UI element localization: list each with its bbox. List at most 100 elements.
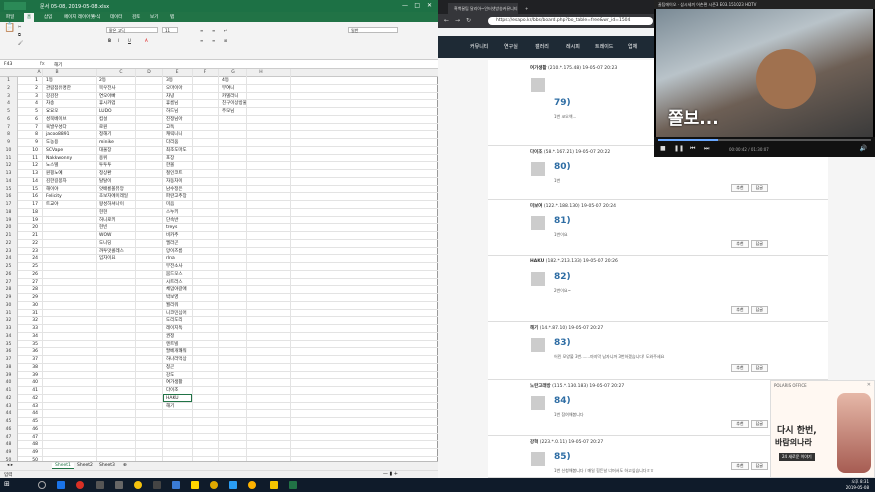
cell-a[interactable]: 48: [18, 441, 40, 448]
cell-b[interactable]: 육발우성다: [44, 124, 96, 131]
cell-a[interactable]: 49: [18, 449, 40, 456]
sheet-nav-icon[interactable]: ◂ ▸: [4, 463, 16, 468]
cell-a[interactable]: 42: [18, 395, 40, 402]
name-box[interactable]: F43: [4, 62, 12, 67]
cell-c[interactable]: 도니딩: [97, 240, 135, 247]
app-icon-10[interactable]: [270, 481, 278, 489]
cell-a[interactable]: 25: [18, 263, 40, 270]
cell-b[interactable]: 트교야: [44, 201, 96, 208]
row-header[interactable]: 20: [0, 224, 18, 232]
search-icon[interactable]: [38, 481, 46, 489]
comment-nick[interactable]: 해기: [530, 326, 538, 331]
align-center-icon[interactable]: ≡: [212, 38, 215, 44]
align-middle-icon[interactable]: ≡: [212, 28, 215, 34]
cell-f[interactable]: 시트러스: [164, 279, 192, 286]
row-header[interactable]: 41: [0, 387, 18, 395]
cell-f[interactable]: 여가생활: [164, 379, 192, 386]
cell-f[interactable]: 엔트빌: [164, 341, 192, 348]
row-header[interactable]: 36: [0, 348, 18, 356]
cell-a[interactable]: 9: [18, 139, 40, 146]
cell-c[interactable]: 용위: [97, 155, 135, 162]
row-header[interactable]: 46: [0, 425, 18, 434]
sheet-grid[interactable]: A B C D E F G H 1 1 1등 2등 3등 4등 2 2 관람점유명한 목우전사 오마…: [0, 69, 438, 461]
cell-a[interactable]: 43: [18, 403, 40, 410]
cell-a[interactable]: 26: [18, 271, 40, 278]
app-icon-4[interactable]: [134, 481, 142, 489]
comment-nick[interactable]: 미보여: [530, 204, 542, 209]
reply-button[interactable]: 답글: [750, 306, 768, 314]
cell-b[interactable]: 1등: [44, 77, 96, 84]
cell-a[interactable]: 30: [18, 302, 40, 309]
cut-button[interactable]: ✂: [18, 24, 21, 30]
cell-f[interactable]: 하드님: [164, 108, 192, 115]
avatar[interactable]: [531, 338, 545, 352]
cell-b[interactable]: SCVape: [44, 147, 96, 154]
row-header[interactable]: 32: [0, 317, 18, 325]
app-icon-5[interactable]: [153, 481, 161, 489]
row-header[interactable]: 25: [0, 263, 18, 271]
selected-cell-outline[interactable]: [163, 394, 192, 402]
cell-f[interactable]: 도리도리: [164, 317, 192, 324]
cell-a[interactable]: 31: [18, 310, 40, 317]
cell-c[interactable]: 정해기: [97, 131, 135, 138]
next-icon[interactable]: ⏭: [704, 145, 709, 153]
sheet-tab-2[interactable]: Sheet2: [74, 463, 96, 468]
cell-c[interactable]: 탈탈이: [97, 178, 135, 185]
cell-f[interactable]: 철인코트: [164, 170, 192, 177]
cell-f[interactable]: 다이조: [164, 387, 192, 394]
cell-a[interactable]: 38: [18, 364, 40, 371]
avatar[interactable]: [531, 272, 545, 286]
cell-a[interactable]: 2: [18, 85, 40, 92]
cell-f[interactable]: 고독: [164, 124, 192, 131]
cell-a[interactable]: 28: [18, 286, 40, 293]
row-header[interactable]: 26: [0, 270, 18, 279]
cell-f[interactable]: 니코민심어: [164, 310, 192, 317]
cell-b[interactable]: 노스텔: [44, 162, 96, 169]
cell-a[interactable]: 40: [18, 379, 40, 386]
cell-f[interactable]: 스누키: [164, 209, 192, 216]
comment-nick[interactable]: 노란고래방: [530, 384, 551, 389]
row-header[interactable]: 9: [0, 139, 18, 147]
zoom-slider[interactable]: — ▮ +: [383, 471, 398, 477]
cell-a[interactable]: 4: [18, 100, 40, 107]
comment-nick[interactable]: 다이조: [530, 150, 542, 155]
fx-icon[interactable]: fx: [40, 61, 45, 67]
cell-c[interactable]: 정상환: [97, 170, 135, 177]
row-header[interactable]: 39: [0, 371, 18, 380]
row-header[interactable]: 16: [0, 193, 18, 201]
row-header[interactable]: 47: [0, 433, 18, 442]
cell-a[interactable]: 46: [18, 426, 40, 433]
col-header-f[interactable]: F: [200, 70, 210, 75]
app-icon-2[interactable]: [96, 481, 104, 489]
app-icon-1[interactable]: [76, 481, 84, 489]
cell-f[interactable]: 망이즈름: [164, 248, 192, 255]
row-header[interactable]: 17: [0, 201, 18, 209]
tab-home[interactable]: 홈: [24, 13, 35, 22]
row-header[interactable]: 10: [0, 146, 18, 155]
cell-a[interactable]: 32: [18, 317, 40, 324]
app-icon-3[interactable]: [115, 481, 123, 489]
row-header[interactable]: 34: [0, 332, 18, 341]
nav-item-company[interactable]: 업체: [628, 43, 637, 50]
cell-a[interactable]: 17: [18, 201, 40, 208]
recommend-button[interactable]: 추천: [731, 306, 749, 314]
cell-b[interactable]: Felicity: [44, 193, 96, 200]
cell-f[interactable]: 자동차이: [164, 178, 192, 185]
cell-a[interactable]: 22: [18, 240, 40, 247]
row-header[interactable]: 3: [0, 92, 18, 101]
video-progress-bar[interactable]: [658, 139, 871, 141]
cell-f[interactable]: 붐드모스: [164, 271, 192, 278]
row-header[interactable]: 42: [0, 394, 18, 403]
comment-nick[interactable]: 강혁: [530, 440, 538, 445]
pause-icon[interactable]: ❚❚: [674, 145, 684, 152]
cell-f[interactable]: 캐릭니니: [164, 131, 192, 138]
cell-f[interactable]: 하나라먹상: [164, 356, 192, 363]
row-header[interactable]: 18: [0, 208, 18, 217]
cell-c[interactable]: 현현: [97, 209, 135, 216]
recommend-button[interactable]: 추천: [731, 240, 749, 248]
tab-view[interactable]: 보기: [150, 14, 158, 20]
cell-b[interactable]: 관람점유명한: [44, 85, 96, 92]
new-tab-button[interactable]: +: [522, 3, 534, 14]
number-format-select[interactable]: 일반: [348, 27, 398, 33]
tab-formulas[interactable]: 수식: [92, 14, 100, 20]
